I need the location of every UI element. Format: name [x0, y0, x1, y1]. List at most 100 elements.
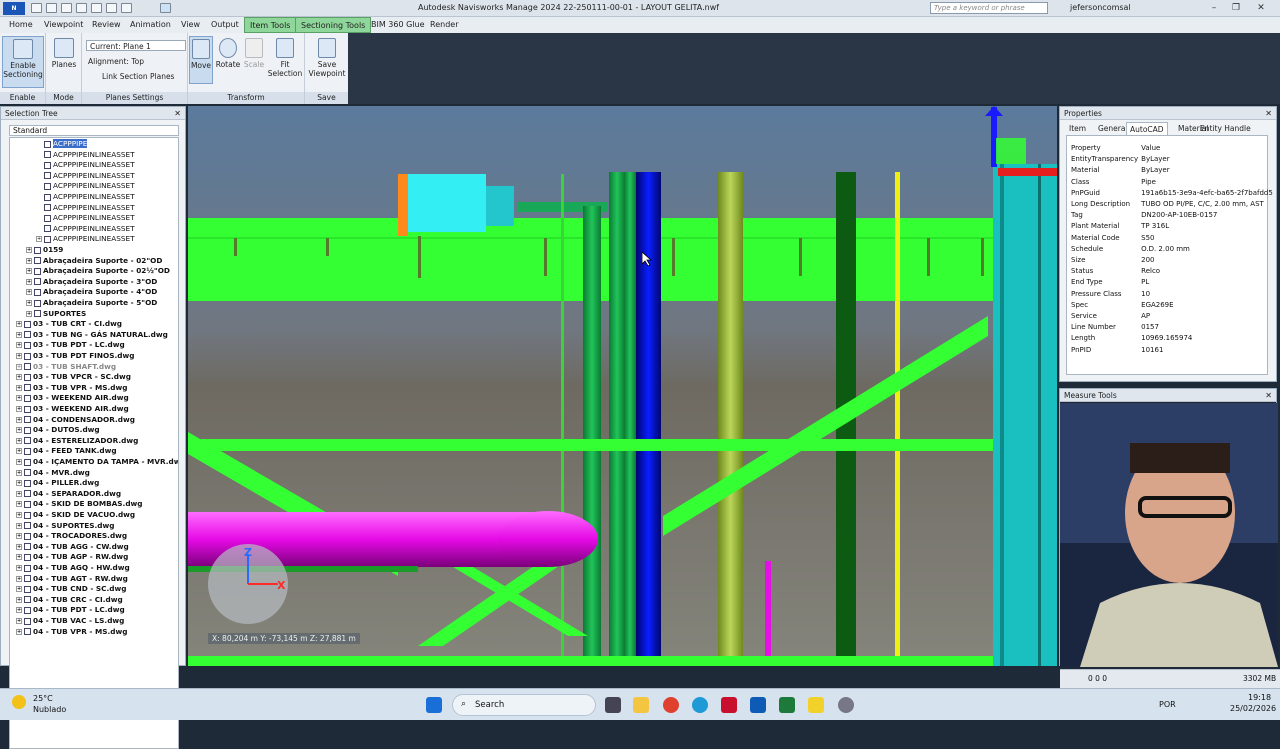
tree-item[interactable]: +04 - TUB AGT - RW.dwg: [16, 574, 128, 585]
property-row[interactable]: Plant Material TP 316L: [1068, 221, 1273, 232]
scale-button[interactable]: Scale: [242, 36, 266, 84]
tree-item[interactable]: +04 - ESTERELIZADOR.dwg: [16, 436, 138, 447]
tree-item[interactable]: +03 - TUB VPR - MS.dwg: [16, 383, 127, 394]
expand-icon[interactable]: +: [16, 554, 22, 561]
tree-item[interactable]: +04 - TROCADORES.dwg: [16, 531, 127, 542]
tree-item[interactable]: +03 - TUB PDT - LC.dwg: [16, 340, 125, 351]
close-button[interactable]: ✕: [1252, 2, 1270, 14]
move-button[interactable]: Move: [189, 36, 213, 84]
tree-item[interactable]: +ACPPPIPEINLINEASSET: [36, 203, 135, 214]
tree-item[interactable]: +04 - SKID DE VACUO.dwg: [16, 510, 135, 521]
weather-desc[interactable]: Nublado: [33, 705, 66, 714]
tab-home[interactable]: Home: [4, 17, 38, 33]
weather-icon[interactable]: [12, 695, 26, 709]
expand-icon[interactable]: +: [26, 289, 32, 296]
tab-sectioning-tools[interactable]: Sectioning Tools: [295, 17, 372, 33]
tree-item[interactable]: +ACPPPIPEINLINEASSET: [36, 213, 135, 224]
expand-icon[interactable]: +: [16, 480, 22, 487]
autocad-icon[interactable]: [721, 697, 737, 713]
tree-item[interactable]: +04 - TUB AGQ - HW.dwg: [16, 563, 130, 574]
property-row[interactable]: Status Relco: [1068, 266, 1273, 277]
tree-item[interactable]: +ACPPPIPEINLINEASSET: [36, 171, 135, 182]
tree-item[interactable]: +ACPPPIPEINLINEASSET: [36, 160, 135, 171]
open-icon[interactable]: [46, 3, 57, 13]
expand-icon[interactable]: +: [16, 374, 22, 381]
property-row[interactable]: Spec EGA269E: [1068, 300, 1273, 311]
property-row[interactable]: Pressure Class 10: [1068, 289, 1273, 300]
rotate-button[interactable]: Rotate: [215, 36, 241, 84]
new-icon[interactable]: [31, 3, 42, 13]
3d-viewport[interactable]: Z X X: 80,204 m Y: -73,145 m Z: 27,881 m: [188, 106, 1057, 666]
redo-icon[interactable]: [106, 3, 117, 13]
expand-icon[interactable]: +: [16, 575, 22, 582]
tree-item[interactable]: +ACPPPIPEINLINEASSET: [36, 150, 135, 161]
undo-icon[interactable]: [91, 3, 102, 13]
alignment-dropdown[interactable]: Alignment: Top: [88, 56, 186, 67]
navisworks-icon[interactable]: [750, 697, 766, 713]
property-row[interactable]: PnPID 10161: [1068, 345, 1273, 356]
tree-item[interactable]: +04 - SEPARADOR.dwg: [16, 489, 121, 500]
file-explorer-icon[interactable]: [633, 697, 649, 713]
tree-mode-select[interactable]: Standard: [9, 125, 179, 136]
property-row[interactable]: Material Code S50: [1068, 233, 1273, 244]
task-view-icon[interactable]: [605, 697, 621, 713]
tree-item[interactable]: +ACPPPIPEINLINEASSET: [36, 192, 135, 203]
expand-icon[interactable]: +: [16, 437, 22, 444]
tree-item[interactable]: + Abraçadeira Suporte - 02½"OD: [26, 266, 170, 277]
expand-icon[interactable]: +: [16, 469, 22, 476]
tab-bim360-glue[interactable]: BIM 360 Glue: [366, 17, 430, 33]
minimize-button[interactable]: –: [1205, 2, 1223, 14]
tree-item[interactable]: +03 - TUB CRT - CI.dwg: [16, 319, 122, 330]
expand-icon[interactable]: +: [16, 448, 22, 455]
tree-item[interactable]: +04 - SKID DE BOMBAS.dwg: [16, 499, 143, 510]
expand-icon[interactable]: +: [16, 321, 22, 328]
user-account[interactable]: jefersoncomsal: [1070, 3, 1131, 12]
issue-counts[interactable]: 0 0 0: [1088, 670, 1107, 688]
tab-item-tools[interactable]: Item Tools: [244, 17, 297, 33]
weather-temp[interactable]: 25°C: [33, 694, 53, 703]
save-icon[interactable]: [61, 3, 72, 13]
expand-icon[interactable]: +: [26, 247, 32, 253]
help-search-input[interactable]: Type a keyword or phrase: [930, 2, 1048, 14]
property-row[interactable]: End Type PL: [1068, 277, 1273, 288]
tree-item[interactable]: +ACPPPIPE: [36, 139, 88, 150]
clock-time[interactable]: 19:18: [1248, 693, 1271, 702]
property-row[interactable]: Tag DN200-AP-10EB-0157: [1068, 210, 1273, 221]
close-icon[interactable]: ✕: [1265, 107, 1272, 120]
expand-icon[interactable]: +: [16, 522, 22, 529]
clock-date[interactable]: 25/02/2026: [1230, 704, 1276, 713]
tree-item[interactable]: +03 - TUB NG - GÁS NATURAL.dwg: [16, 330, 168, 341]
language-indicator[interactable]: POR: [1159, 700, 1176, 709]
property-row[interactable]: EntityTransparency ByLayer: [1068, 154, 1273, 165]
expand-icon[interactable]: +: [16, 543, 22, 550]
tab-viewpoint[interactable]: Viewpoint: [39, 17, 88, 33]
expand-icon[interactable]: +: [16, 533, 22, 540]
tree-item[interactable]: +03 - WEEKEND AIR.dwg: [16, 404, 129, 415]
property-row[interactable]: Material ByLayer: [1068, 165, 1273, 176]
expand-icon[interactable]: +: [16, 512, 22, 518]
tab-animation[interactable]: Animation: [125, 17, 176, 33]
expand-icon[interactable]: +: [16, 501, 22, 508]
tree-item[interactable]: +ACPPPIPEINLINEASSET: [36, 234, 135, 245]
property-row[interactable]: Class Pipe: [1068, 177, 1273, 188]
expand-icon[interactable]: +: [16, 363, 22, 370]
tree-item[interactable]: +04 - MVR.dwg: [16, 468, 90, 479]
tree-item[interactable]: +04 - FEED TANK.dwg: [16, 446, 117, 457]
edge-icon[interactable]: [692, 697, 708, 713]
sticky-notes-icon[interactable]: [808, 697, 824, 713]
tree-item[interactable]: +04 - TUB CND - SC.dwg: [16, 584, 126, 595]
tree-item[interactable]: +03 - TUB VPCR - SC.dwg: [16, 372, 131, 383]
enable-sectioning-button[interactable]: Enable Sectioning: [2, 36, 44, 88]
expand-icon[interactable]: +: [16, 490, 22, 497]
tree-item[interactable]: +04 - TUB VAC - LS.dwg: [16, 616, 124, 627]
expand-icon[interactable]: +: [36, 236, 42, 243]
tab-output[interactable]: Output: [206, 17, 244, 33]
expand-icon[interactable]: +: [16, 586, 22, 593]
tree-item[interactable]: +04 - TUB AGG - CW.dwg: [16, 542, 129, 553]
tree-item[interactable]: +0159: [26, 245, 63, 256]
close-icon[interactable]: ✕: [174, 107, 181, 120]
expand-icon[interactable]: +: [16, 353, 22, 359]
tree-item[interactable]: + Abraçadeira Suporte - 5"OD: [26, 298, 157, 309]
expand-icon[interactable]: +: [16, 395, 22, 402]
tree-item[interactable]: +04 - TUB PDT - LC.dwg: [16, 605, 125, 616]
